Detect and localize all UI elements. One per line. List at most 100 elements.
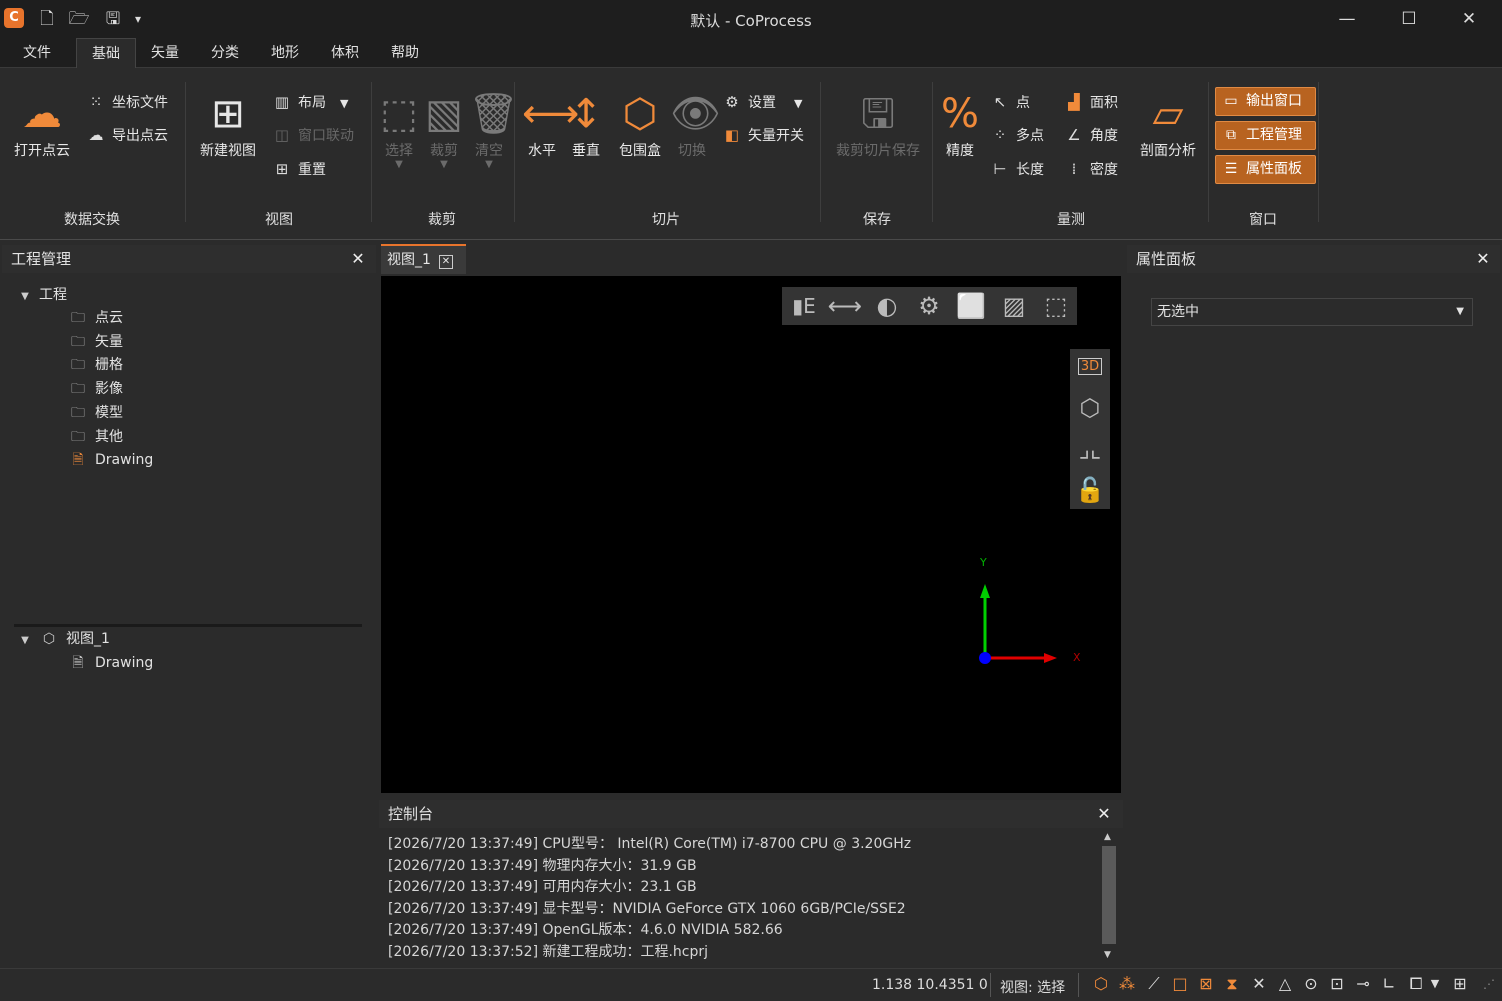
- clip-button[interactable]: ▧ 裁剪 ▼: [423, 88, 465, 170]
- vector-switch-button[interactable]: ◧ 矢量开关: [722, 124, 804, 146]
- snap-cross-square-icon[interactable]: ⊠: [1194, 973, 1218, 995]
- tab-close-icon[interactable]: ✕: [438, 255, 453, 269]
- elevation-color-icon[interactable]: ▮E: [786, 290, 822, 322]
- view-3d-icon[interactable]: 3D: [1073, 348, 1107, 386]
- bounding-box-button[interactable]: ⬡ 包围盒: [612, 88, 668, 160]
- y-axis-arrow: [980, 584, 990, 598]
- snap-line-icon[interactable]: ⟋: [1142, 973, 1166, 995]
- maximize-button[interactable]: ☐: [1380, 4, 1438, 34]
- cube-wireframe-icon[interactable]: ⬚: [1038, 290, 1074, 322]
- switch-label: 切换: [678, 143, 706, 159]
- quick-access-dropdown-icon[interactable]: ▾: [130, 8, 146, 30]
- snap-center-icon[interactable]: ⊡: [1325, 973, 1349, 995]
- clear-button[interactable]: 🗑 清空 ▼: [468, 88, 519, 170]
- tree-folder-pointcloud[interactable]: 🗀 点云: [68, 307, 123, 329]
- vertical-slice-button[interactable]: ↕ 垂直: [566, 88, 606, 160]
- measure-point-button[interactable]: ↖ 点: [990, 91, 1030, 113]
- clip-slice-save-button: 🖫 裁剪切片保存: [828, 88, 928, 160]
- tree-folder-other[interactable]: 🗀 其他: [68, 426, 123, 448]
- snap-triangle-icon[interactable]: △: [1273, 973, 1297, 995]
- clip-hatch-icon: ▧: [425, 91, 463, 137]
- open-folder-icon[interactable]: 🗁: [68, 8, 90, 30]
- close-window-button[interactable]: ✕: [1440, 4, 1498, 34]
- menu-volume[interactable]: 体积: [316, 38, 374, 69]
- angle-label: 角度: [1090, 128, 1118, 144]
- snap-cube-icon[interactable]: ⬡: [1089, 973, 1113, 995]
- snap-circle-icon[interactable]: ⊙: [1299, 973, 1323, 995]
- tree-view-node[interactable]: ▼ ⬡ 视图_1: [18, 628, 110, 650]
- properties-panel-close-icon[interactable]: ✕: [1473, 249, 1493, 269]
- perspective-cube-icon[interactable]: ⬡: [1073, 389, 1107, 427]
- scroll-up-icon[interactable]: ▲: [1104, 832, 1111, 842]
- open-pointcloud-button[interactable]: ☁ 打开点云: [8, 88, 76, 160]
- expand-arrow-icon[interactable]: ▼: [18, 286, 32, 308]
- z-axis-origin: [979, 652, 991, 664]
- slice-settings-button[interactable]: ⚙ 设置 ▼: [722, 91, 802, 113]
- fit-view-icon[interactable]: ⌟⌞: [1073, 430, 1107, 468]
- profile-analysis-button[interactable]: ▱ 剖面分析: [1136, 88, 1200, 160]
- shading-sphere-icon[interactable]: ◐: [869, 290, 905, 322]
- tab-view-1[interactable]: 视图_1 ✕: [381, 244, 466, 274]
- menu-basic[interactable]: 基础: [76, 38, 136, 69]
- snap-x-icon[interactable]: ✕: [1247, 973, 1271, 995]
- tree-view-drawing[interactable]: 🗎 Drawing: [68, 652, 153, 674]
- layout-button[interactable]: ▥ 布局 ▼: [272, 91, 349, 113]
- cube-hatch-icon[interactable]: ▨: [996, 290, 1032, 322]
- area-icon: ▟: [1068, 93, 1080, 111]
- 3d-viewport[interactable]: [381, 276, 1121, 793]
- export-pointcloud-button[interactable]: ☁ 导出点云: [86, 124, 169, 146]
- snap-grid-icon[interactable]: ⊞: [1448, 973, 1472, 995]
- save-icon[interactable]: 🖫: [102, 8, 124, 30]
- console-close-icon[interactable]: ✕: [1094, 804, 1114, 824]
- properties-panel-button[interactable]: ☰ 属性面板: [1215, 155, 1316, 184]
- settings-gear-icon[interactable]: ⚙: [911, 290, 947, 322]
- resize-grip-icon[interactable]: ⋰: [1480, 973, 1498, 995]
- reset-button[interactable]: ⊞ 重置: [272, 158, 326, 180]
- precision-button[interactable]: % 精度: [938, 88, 982, 160]
- snap-hourglass-icon[interactable]: ⧗: [1220, 973, 1244, 995]
- select-dropdown-icon: ▼: [395, 159, 403, 170]
- menu-vector[interactable]: 矢量: [136, 38, 194, 69]
- project-manager-button[interactable]: ⧉ 工程管理: [1215, 121, 1316, 150]
- snap-corner-icon[interactable]: ∟: [1377, 973, 1401, 995]
- selection-dropdown[interactable]: 无选中 ▼: [1151, 298, 1473, 326]
- tree-root-project[interactable]: ▼ 工程: [18, 284, 67, 306]
- vertical-slice-icon: ↕: [569, 91, 603, 137]
- measure-density-button[interactable]: ⁞ 密度: [1064, 158, 1118, 180]
- tree-folder-vector[interactable]: 🗀 矢量: [68, 331, 123, 353]
- measure-area-button[interactable]: ▟ 面积: [1064, 91, 1118, 113]
- tree-item-drawing[interactable]: 🗎 Drawing: [68, 449, 153, 471]
- snap-square-icon[interactable]: □: [1168, 973, 1192, 995]
- new-view-button[interactable]: ⊞ 新建视图: [194, 88, 262, 160]
- menu-help[interactable]: 帮助: [376, 38, 434, 69]
- minimize-button[interactable]: —: [1318, 4, 1376, 34]
- horizontal-slice-button[interactable]: ⟷ 水平: [522, 88, 579, 160]
- snap-points-icon[interactable]: ⁂: [1115, 973, 1139, 995]
- measure-multipoint-button[interactable]: ⁘ 多点: [990, 124, 1044, 146]
- menu-classify[interactable]: 分类: [196, 38, 254, 69]
- cube-solid-icon[interactable]: ⬜: [953, 290, 989, 322]
- ribbon-separator: [932, 82, 933, 222]
- scroll-down-icon[interactable]: ▼: [1104, 950, 1111, 960]
- tree-folder-image[interactable]: 🗀 影像: [68, 378, 123, 400]
- output-window-button[interactable]: ▭ 输出窗口: [1215, 87, 1316, 116]
- new-file-icon[interactable]: 🗋: [36, 8, 58, 30]
- tree-folder-model[interactable]: 🗀 模型: [68, 402, 123, 424]
- snap-dropdown-icon[interactable]: ▼: [1428, 973, 1442, 995]
- project-panel-close-icon[interactable]: ✕: [348, 249, 368, 269]
- select-button[interactable]: ⬚ 选择 ▼: [378, 88, 420, 170]
- console-line: [2026/7/20 13:37:49] 显卡型号：NVIDIA GeForce…: [388, 901, 906, 917]
- menu-terrain[interactable]: 地形: [256, 38, 314, 69]
- measure-length-button[interactable]: ⊢ 长度: [990, 158, 1044, 180]
- point-size-icon[interactable]: ⟷: [827, 290, 863, 322]
- console-scroll-thumb[interactable]: [1102, 846, 1116, 944]
- menu-file[interactable]: 文件: [8, 38, 66, 69]
- coord-file-button[interactable]: ⁙ 坐标文件: [86, 91, 168, 113]
- snap-box-icon[interactable]: ⧠: [1404, 973, 1428, 995]
- measure-angle-button[interactable]: ∠ 角度: [1064, 124, 1118, 146]
- tree-folder-raster[interactable]: 🗀 栅格: [68, 354, 123, 376]
- tree-splitter[interactable]: [14, 624, 362, 627]
- snap-dash-icon[interactable]: ⊸: [1351, 973, 1375, 995]
- expand-arrow-icon[interactable]: ▼: [18, 630, 32, 652]
- unlock-icon[interactable]: 🔓: [1073, 471, 1107, 509]
